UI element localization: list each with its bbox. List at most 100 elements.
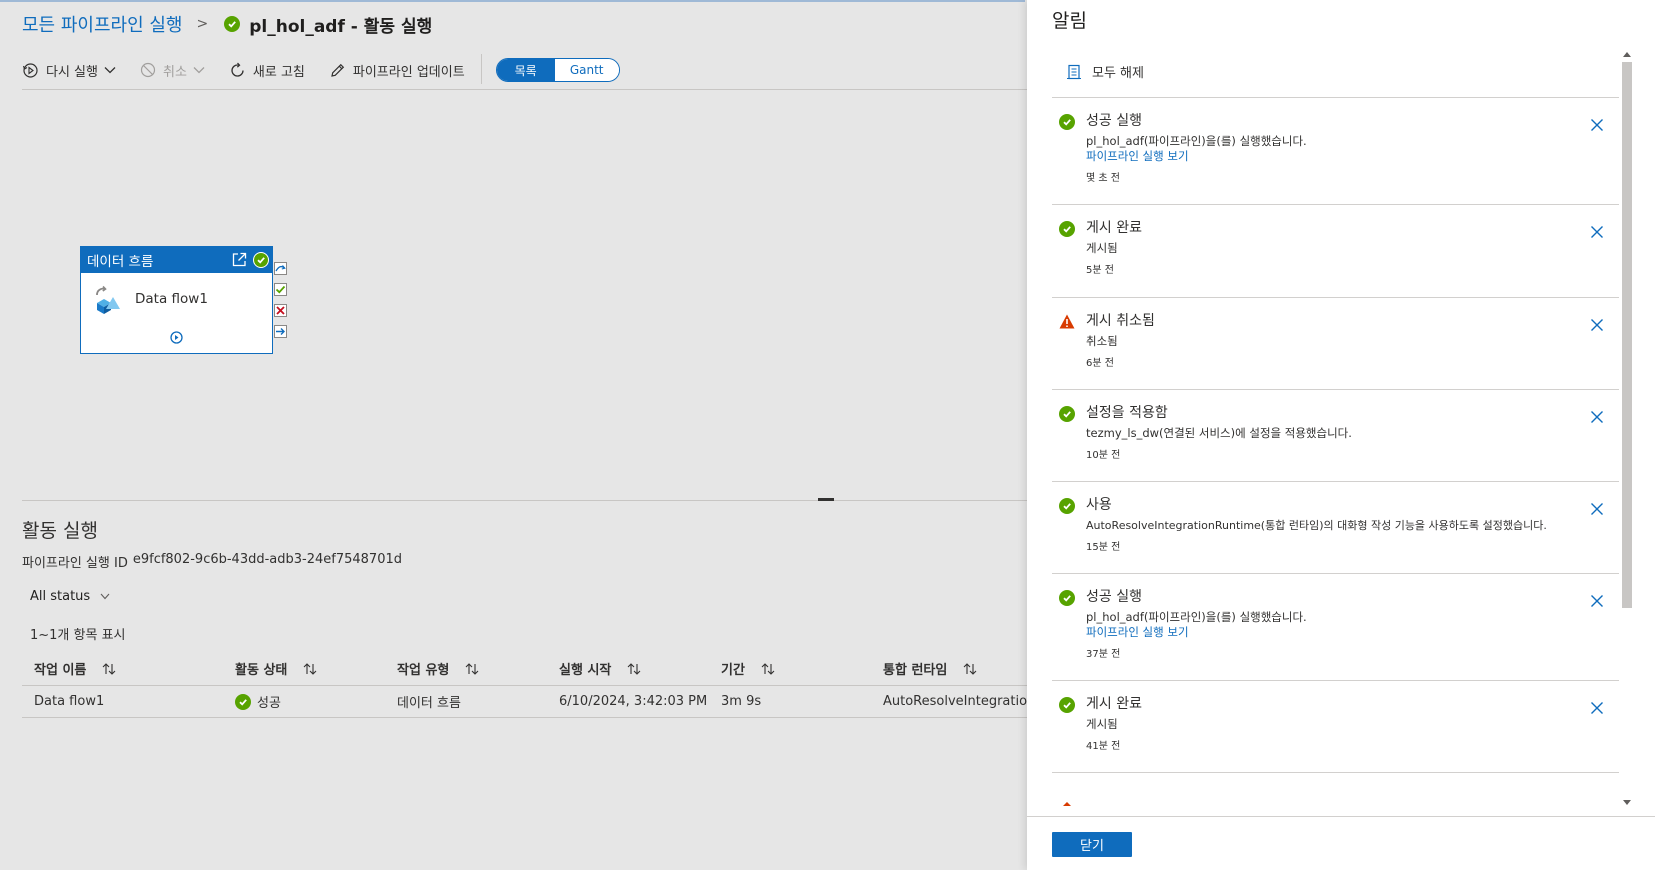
notification-message: 게시됨: [1086, 717, 1118, 731]
breadcrumb-separator: >: [196, 16, 209, 32]
panel-footer-divider: [1027, 816, 1655, 817]
notification-title: 게시 취소됨: [1086, 313, 1155, 329]
notification-list: 성공 실행 pl_hol_adf(파이프라인)을(를) 실행했습니다. 파이프라…: [1052, 97, 1619, 807]
update-pipeline-button[interactable]: 파이프라인 업데이트: [329, 56, 465, 84]
clear-all-button[interactable]: 모두 해제: [1065, 62, 1144, 81]
panel-divider: [22, 500, 1027, 501]
notification-item: 사용 AutoResolveIntegrationRuntime(통합 런타임)…: [1052, 482, 1619, 574]
dismiss-icon[interactable]: [1590, 502, 1604, 516]
run-id-label: 파이프라인 실행 ID: [22, 556, 128, 571]
success-icon: [1059, 498, 1075, 514]
rerun-button[interactable]: 다시 실행: [22, 56, 116, 84]
dismiss-icon[interactable]: [1590, 410, 1604, 424]
column-label: 통합 런타임: [883, 663, 948, 678]
view-list-toggle[interactable]: 목록: [496, 59, 555, 81]
scroll-thumb[interactable]: [1622, 62, 1632, 608]
column-header-duration[interactable]: 기간: [709, 652, 871, 685]
dismiss-icon[interactable]: [1590, 118, 1604, 132]
notification-item: 설정을 적용함 tezmy_ls_dw(연결된 서비스)에 설정을 적용했습니다…: [1052, 390, 1619, 482]
status-filter-dropdown[interactable]: All status: [30, 589, 110, 604]
notification-time: 41분 전: [1086, 741, 1121, 752]
sort-icon: [761, 662, 775, 675]
notification-time: 6분 전: [1086, 358, 1114, 369]
main-area: 모든 파이프라인 실행 > pl_hol_adf - 활동 실행 다시 실행 취…: [0, 0, 1027, 870]
scroll-up-arrow[interactable]: [1623, 52, 1631, 57]
cancel-label: 취소: [162, 64, 187, 80]
notifications-title: 알림: [1052, 10, 1087, 32]
update-pipeline-label: 파이프라인 업데이트: [352, 64, 465, 80]
notification-message: 게시됨: [1086, 241, 1118, 255]
clear-all-label: 모두 해제: [1092, 66, 1144, 81]
view-pipeline-run-link[interactable]: 파이프라인 실행 보기: [1086, 149, 1619, 164]
close-button[interactable]: 닫기: [1052, 832, 1132, 857]
table-row[interactable]: Data flow1 성공 데이터 흐름 6/10/2024, 3:42:03 …: [22, 686, 1027, 718]
toolbar: 다시 실행 취소 새로 고침 파이프라인 업데이트 목록 Gantt: [22, 54, 1027, 90]
breadcrumb-parent-link[interactable]: 모든 파이프라인 실행: [22, 11, 182, 37]
sort-icon: [465, 662, 479, 675]
notification-title: 게시 완료: [1086, 696, 1142, 712]
pipeline-run-id: 파이프라인 실행 ID e9fcf802-9c6b-43dd-adb3-24ef…: [22, 552, 402, 571]
notification-title: 성공 실행: [1086, 589, 1142, 605]
refresh-label: 새로 고침: [252, 64, 305, 80]
dismiss-icon[interactable]: [1590, 318, 1604, 332]
success-icon: [1059, 697, 1075, 713]
column-header-start[interactable]: 실행 시작: [547, 652, 709, 685]
notifications-panel: 알림 모두 해제 성공 실행 pl_hol_adf(파이프라인)을(를) 실행했…: [1027, 0, 1655, 870]
sort-icon: [102, 662, 116, 675]
column-header-type[interactable]: 작업 유형: [385, 652, 547, 685]
table-header: 작업 이름 활동 상태 작업 유형 실행 시작 기간 통합 런타임: [22, 652, 1027, 686]
dismiss-icon[interactable]: [1590, 225, 1604, 239]
warning-icon: [1063, 802, 1071, 806]
success-icon: [1059, 590, 1075, 606]
notification-message: pl_hol_adf(파이프라인)을(를) 실행했습니다.: [1086, 610, 1307, 624]
dataflow-activity-node[interactable]: 데이터 흐름 Data flow1: [80, 246, 273, 354]
refresh-icon: [231, 62, 244, 77]
view-pipeline-run-link[interactable]: 파이프라인 실행 보기: [1086, 625, 1619, 640]
skip-port-icon[interactable]: [274, 262, 287, 275]
notification-time: 10분 전: [1086, 450, 1121, 461]
notification-item: 게시 취소됨 취소됨 6분 전: [1052, 298, 1619, 390]
activity-node-body: Data flow1: [81, 273, 272, 325]
success-port-icon[interactable]: [274, 283, 287, 296]
activity-name: Data flow1: [135, 291, 208, 307]
cell-runtime: AutoResolveIntegrationRuntime: [883, 694, 1027, 709]
scroll-down-arrow[interactable]: [1623, 800, 1631, 805]
view-gantt-toggle[interactable]: Gantt: [554, 59, 619, 81]
column-header-status[interactable]: 활동 상태: [223, 652, 385, 685]
column-label: 활동 상태: [235, 663, 288, 678]
cancel-button[interactable]: 취소: [140, 56, 205, 84]
sort-icon: [303, 662, 317, 675]
cell-duration: 3m 9s: [721, 694, 762, 709]
activity-run-icon[interactable]: [169, 330, 184, 345]
dismiss-icon[interactable]: [1590, 594, 1604, 608]
cancel-icon: [140, 62, 156, 78]
item-count: 1~1개 항목 표시: [30, 628, 126, 643]
dismiss-icon[interactable]: [1590, 701, 1604, 715]
activity-runs-table: 작업 이름 활동 상태 작업 유형 실행 시작 기간 통합 런타임 Data f…: [22, 652, 1027, 718]
sort-icon: [627, 662, 641, 675]
notification-item: 게시 완료 게시됨 5분 전: [1052, 205, 1619, 298]
refresh-button[interactable]: 새로 고침: [229, 56, 305, 84]
activity-runs-title: 활동 실행: [22, 520, 98, 542]
open-external-icon[interactable]: [231, 251, 248, 268]
notification-title: 사용: [1086, 497, 1112, 513]
notification-scrollbar[interactable]: [1620, 48, 1632, 805]
failure-port-icon[interactable]: [274, 304, 287, 317]
notification-item: 성공 실행 pl_hol_adf(파이프라인)을(를) 실행했습니다. 파이프라…: [1052, 98, 1619, 205]
chevron-down-icon: [100, 593, 110, 600]
column-header-name[interactable]: 작업 이름: [22, 652, 223, 685]
notification-title: 게시 완료: [1086, 220, 1142, 236]
column-header-runtime[interactable]: 통합 런타임: [871, 652, 1027, 685]
activity-type-label: 데이터 흐름: [87, 254, 154, 270]
notification-title: 설정을 적용함: [1086, 405, 1168, 421]
cell-name: Data flow1: [34, 694, 105, 709]
success-icon: [1059, 114, 1075, 130]
success-check-icon: [224, 16, 241, 32]
rerun-label: 다시 실행: [46, 64, 98, 80]
notification-message: AutoResolveIntegrationRuntime(통합 런타임)의 대…: [1086, 519, 1547, 532]
clear-all-icon: [1067, 64, 1081, 79]
warning-icon: [1059, 314, 1075, 329]
resize-handle[interactable]: [818, 498, 834, 501]
completion-port-icon[interactable]: [274, 325, 287, 338]
view-toggle: 목록 Gantt: [495, 58, 620, 82]
